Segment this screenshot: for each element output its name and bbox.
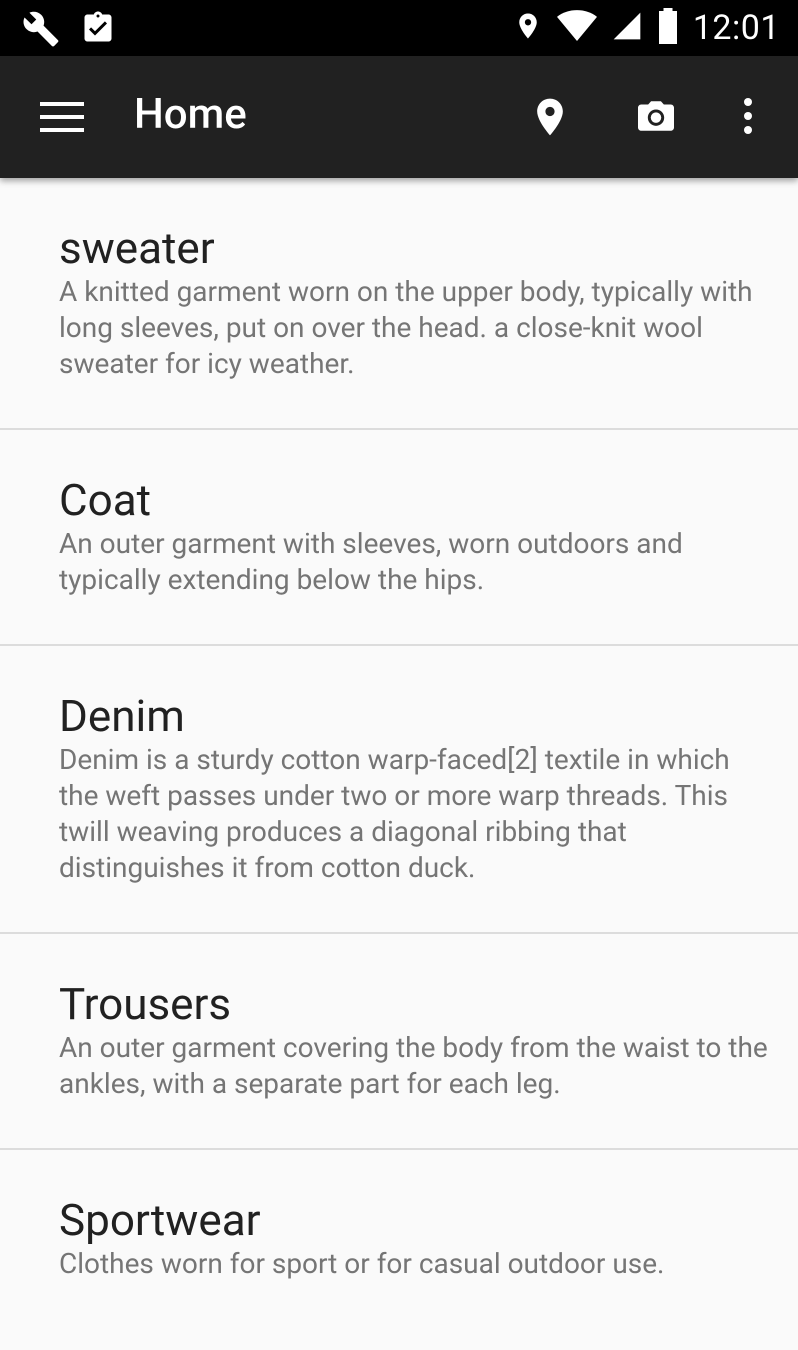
- item-description: A knitted garment worn on the upper body…: [59, 275, 753, 380]
- list-item-coat[interactable]: Coat An outer garment with sleeves, worn…: [0, 430, 798, 646]
- list-item-denim[interactable]: Denim Denim is a sturdy cotton warp-face…: [0, 646, 798, 934]
- list-item-sportwear[interactable]: Sportwear Clothes worn for sport or for …: [0, 1150, 798, 1350]
- battery-icon: [657, 8, 679, 48]
- item-name: sweater: [59, 222, 215, 274]
- item-description: An outer garment covering the body from …: [59, 1031, 768, 1100]
- status-bar: 12:01: [0, 0, 798, 56]
- list-item-trousers[interactable]: Trousers An outer garment covering the b…: [0, 934, 798, 1150]
- item-list: sweater A knitted garment worn on the up…: [0, 178, 798, 1350]
- status-time: 12:01: [692, 8, 780, 48]
- status-right-icons: 12:01: [513, 8, 780, 48]
- item-name: Sportwear: [59, 1194, 261, 1246]
- clipboard-check-icon: [80, 10, 116, 52]
- location-status-icon: [513, 8, 543, 48]
- signal-icon: [611, 10, 643, 46]
- camera-icon[interactable]: [636, 98, 676, 138]
- status-left-icons: [22, 10, 116, 52]
- list-item-sweater[interactable]: sweater A knitted garment worn on the up…: [0, 178, 798, 430]
- menu-icon[interactable]: [40, 100, 84, 134]
- wrench-icon: [22, 10, 60, 52]
- item-description: Denim is a sturdy cotton warp-faced[2] t…: [59, 743, 730, 884]
- item-description: Clothes worn for sport or for casual out…: [59, 1247, 665, 1280]
- more-vert-icon[interactable]: [736, 96, 760, 140]
- wifi-icon: [556, 9, 597, 47]
- page-title: Home: [134, 90, 247, 139]
- item-name: Coat: [59, 474, 152, 526]
- item-description: An outer garment with sleeves, worn outd…: [59, 527, 683, 596]
- app-bar: Home: [0, 56, 798, 178]
- item-name: Trousers: [59, 978, 232, 1030]
- item-name: Denim: [59, 690, 185, 742]
- location-icon[interactable]: [528, 94, 572, 144]
